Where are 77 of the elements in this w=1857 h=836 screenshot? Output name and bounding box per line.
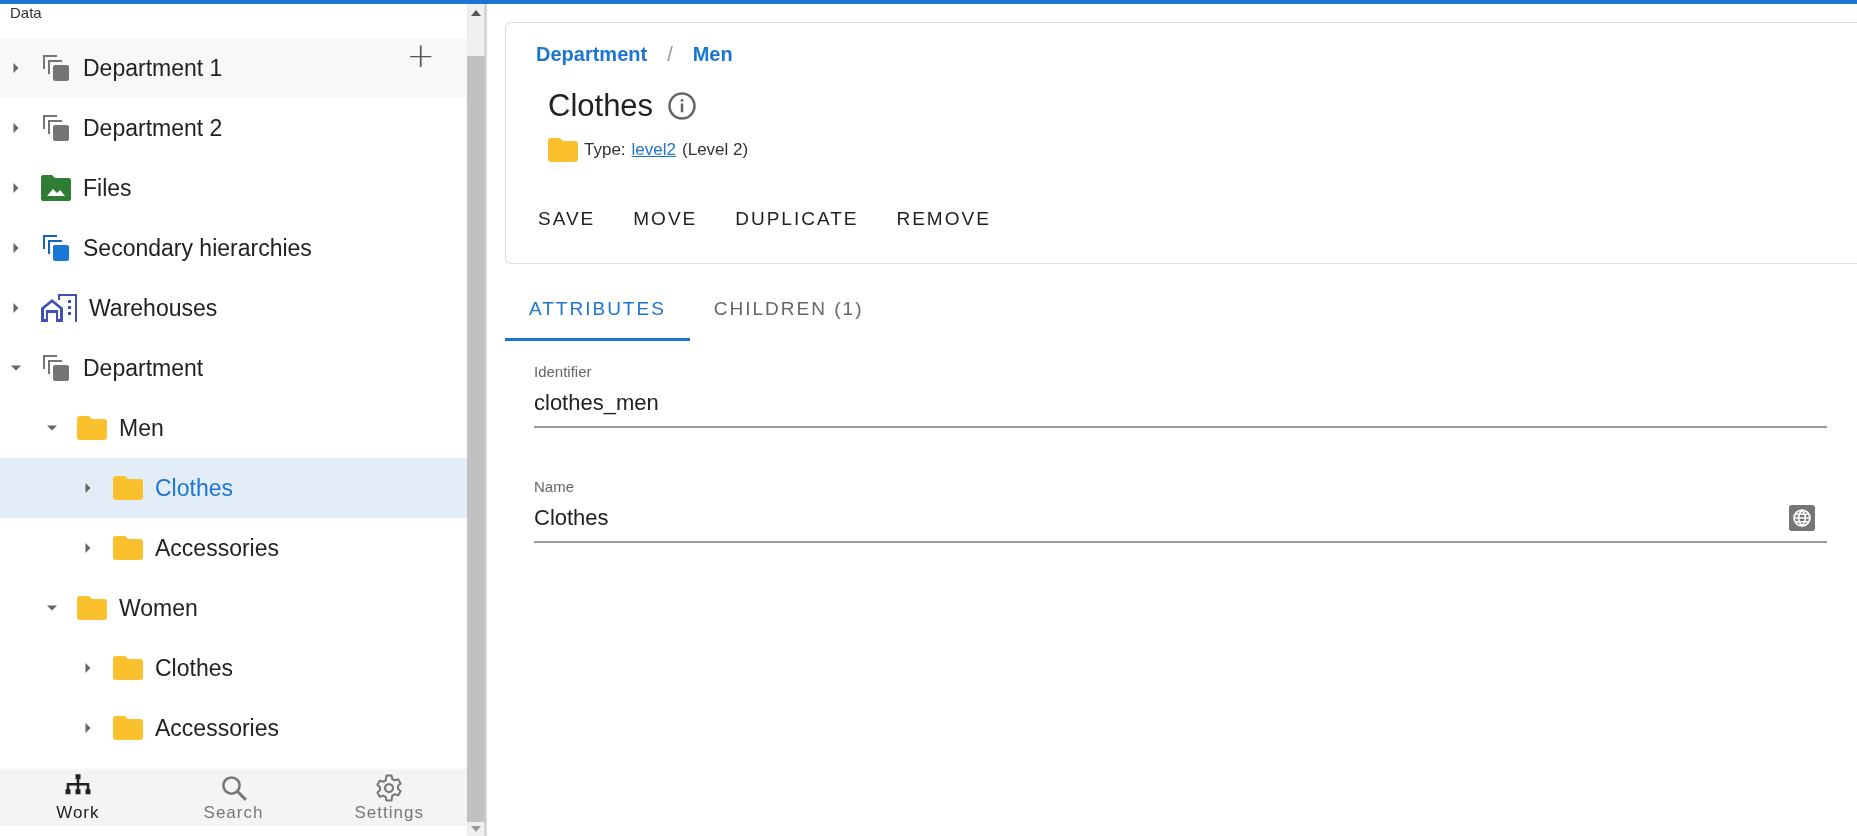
- type-label: Type:: [584, 140, 626, 160]
- tree-item[interactable]: Clothes: [0, 458, 467, 518]
- text-field[interactable]: Name Clothes: [534, 478, 1827, 543]
- breadcrumb-link[interactable]: Men: [692, 43, 733, 66]
- tree-item-label: Men: [119, 414, 164, 442]
- page-title: Clothes: [548, 88, 654, 124]
- action-button[interactable]: SAVE: [536, 200, 606, 238]
- caret-icon[interactable]: [83, 483, 93, 493]
- caret-icon[interactable]: [11, 363, 21, 373]
- info-icon[interactable]: [667, 91, 698, 121]
- caret-icon[interactable]: [11, 63, 21, 73]
- tab[interactable]: ATTRIBUTES: [505, 280, 690, 341]
- folder-icon: [548, 138, 578, 162]
- image-folder-icon: [41, 175, 71, 201]
- tree-item-label: Department: [83, 354, 204, 382]
- action-button[interactable]: DUPLICATE: [733, 200, 869, 238]
- caret-icon[interactable]: [47, 603, 57, 613]
- caret-icon[interactable]: [11, 123, 21, 133]
- scrollbar-thumb[interactable]: [466, 56, 485, 822]
- tree-item-label: Files: [83, 174, 132, 202]
- tree-item[interactable]: Department: [0, 338, 467, 398]
- field-label: Identifier: [534, 363, 593, 380]
- caret-icon[interactable]: [11, 303, 21, 313]
- tree-item-label: Accessories: [155, 714, 279, 742]
- tree-item-label: Women: [119, 594, 198, 622]
- breadcrumb-link[interactable]: Department: [536, 43, 648, 66]
- tree-item[interactable]: Files: [0, 158, 467, 218]
- tree-item[interactable]: Secondary hierarchies: [0, 218, 467, 278]
- action-button[interactable]: MOVE: [631, 200, 708, 238]
- field-value: clothes_men: [534, 390, 659, 416]
- tree-item[interactable]: Men: [0, 398, 467, 458]
- type-link[interactable]: level2: [631, 140, 676, 160]
- nav-item[interactable]: Settings: [311, 770, 467, 826]
- add-button[interactable]: +: [402, 40, 439, 70]
- breadcrumb-separator: /: [667, 43, 673, 66]
- stacked-squares-icon: [41, 113, 71, 143]
- tree-item[interactable]: Warehouses: [0, 278, 467, 338]
- type-name: (Level 2): [682, 140, 749, 160]
- folder-icon: [77, 596, 107, 620]
- tree-item-label: Secondary hierarchies: [83, 234, 312, 262]
- scroll-up-icon[interactable]: [470, 10, 481, 16]
- caret-icon[interactable]: [83, 723, 93, 733]
- stacked-squares-icon: [41, 233, 71, 263]
- tree-item-label: Clothes: [155, 474, 233, 502]
- folder-icon: [113, 716, 143, 740]
- tree-item[interactable]: Department 2: [0, 98, 467, 158]
- folder-icon: [113, 536, 143, 560]
- field-label: Name: [534, 478, 575, 495]
- tree-item-label: Warehouses: [89, 294, 218, 322]
- stacked-squares-icon: [41, 353, 71, 383]
- tree-item-label: Accessories: [155, 534, 279, 562]
- nav-item[interactable]: Search: [155, 770, 312, 826]
- buildings-icon: [41, 294, 77, 322]
- field-value: Clothes: [534, 505, 609, 531]
- panel-title: Data: [10, 4, 42, 21]
- tree-item-label: Department 2: [83, 114, 223, 142]
- stacked-squares-icon: [41, 53, 71, 83]
- settings-icon: [374, 773, 405, 803]
- caret-icon[interactable]: [47, 423, 57, 433]
- nav-item[interactable]: Work: [0, 770, 156, 826]
- folder-icon: [113, 656, 143, 680]
- tree-item-label: Clothes: [155, 654, 233, 682]
- caret-icon[interactable]: [11, 183, 21, 193]
- tab[interactable]: CHILDREN (1): [689, 280, 888, 341]
- text-field[interactable]: Identifier clothes_men: [534, 363, 1827, 428]
- tree-item-label: Department 1: [83, 54, 223, 82]
- tree-item[interactable]: Accessories: [0, 518, 467, 578]
- folder-icon: [77, 416, 107, 440]
- tree-item[interactable]: Women: [0, 578, 467, 638]
- tree-item[interactable]: Accessories: [0, 698, 467, 758]
- tree-item[interactable]: Clothes: [0, 638, 467, 698]
- action-button[interactable]: REMOVE: [894, 200, 1001, 238]
- globe-icon[interactable]: [1789, 505, 1815, 531]
- caret-icon[interactable]: [11, 243, 21, 253]
- caret-icon[interactable]: [83, 663, 93, 673]
- caret-icon[interactable]: [83, 543, 93, 553]
- folder-icon: [113, 476, 143, 500]
